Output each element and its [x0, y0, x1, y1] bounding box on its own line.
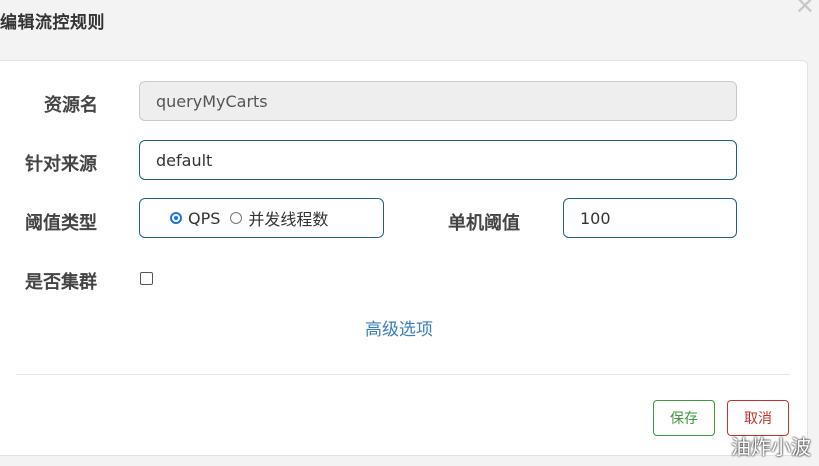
radio-checked-icon[interactable] — [170, 212, 182, 224]
advanced-options-link[interactable]: 高级选项 — [365, 315, 433, 340]
dialog-title: 编辑流控规则 — [0, 13, 105, 33]
cluster-label: 是否集群 — [25, 272, 97, 293]
threshold-type-radio-group: QPS 并发线程数 — [139, 198, 384, 238]
watermark: 油炸小波 — [731, 435, 811, 459]
radio-option-threads[interactable]: 并发线程数 — [230, 206, 328, 230]
resource-name-input[interactable] — [139, 81, 737, 121]
radio-option-qps[interactable]: QPS — [170, 209, 220, 228]
footer-divider — [16, 374, 790, 375]
radio-unchecked-icon[interactable] — [230, 212, 243, 224]
save-button[interactable]: 保存 — [653, 400, 715, 436]
origin-input[interactable] — [139, 140, 737, 180]
cluster-checkbox[interactable] — [140, 272, 153, 285]
single-threshold-label: 单机阈值 — [448, 213, 520, 234]
resource-name-label: 资源名 — [44, 95, 98, 116]
form-panel: 资源名 针对来源 阈值类型 QPS 并发线程数 单机阈值 是否集群 高级选项 保… — [0, 60, 808, 456]
radio-option-label: QPS — [188, 208, 221, 228]
radio-option-label: 并发线程数 — [248, 210, 329, 229]
single-threshold-input[interactable] — [563, 198, 737, 238]
threshold-type-label: 阈值类型 — [25, 213, 97, 234]
origin-label: 针对来源 — [25, 154, 97, 175]
close-icon[interactable]: ✕ — [795, 0, 815, 18]
